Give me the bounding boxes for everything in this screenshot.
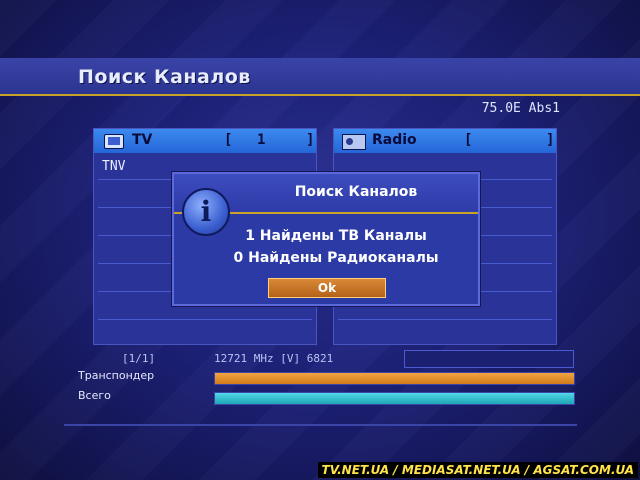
page-title: Поиск Каналов: [78, 66, 251, 88]
ok-button[interactable]: Ok: [268, 278, 386, 298]
dialog-title: Поиск Каналов: [294, 184, 418, 200]
total-progress-bar: [214, 392, 575, 405]
tv-count: 1: [257, 132, 266, 148]
radio-icon: [342, 134, 366, 150]
total-label: Всего: [78, 389, 111, 402]
page-indicator: [1/1]: [122, 352, 156, 365]
radio-panel-header: Radio [ ]: [334, 129, 556, 153]
radio-count-bracket-right: ]: [546, 132, 555, 148]
transponder-progress-bar: [214, 372, 575, 385]
transponder-label: Транспондер: [78, 369, 155, 382]
dialog-tv-found: 1 Найдены ТВ Каналы: [245, 228, 427, 244]
channel-list-item[interactable]: TNV: [102, 159, 125, 174]
transponder-progress-fill: [215, 373, 574, 384]
dialog-radio-found: 0 Найдены Радиоканалы: [233, 250, 439, 266]
tv-icon: [104, 134, 124, 149]
satellite-name: 75.0E Abs1: [481, 101, 560, 116]
tv-panel-label: TV: [132, 132, 153, 148]
row-divider: [338, 319, 552, 320]
search-result-dialog: Поиск Каналов i 1 Найдены ТВ Каналы 0 На…: [172, 172, 480, 306]
bottom-divider: [64, 424, 577, 426]
tv-panel-header: TV [ 1 ]: [94, 129, 316, 153]
signal-indicator-box: [404, 350, 574, 368]
watermark: TV.NET.UA / MEDIASAT.NET.UA / AGSAT.COM.…: [317, 462, 638, 478]
tv-count-bracket-left: [: [224, 132, 233, 148]
total-progress-fill: [215, 393, 574, 404]
radio-panel-label: Radio: [372, 132, 417, 148]
radio-count-bracket-left: [: [464, 132, 473, 148]
row-divider: [98, 319, 312, 320]
frequency-readout: 12721 MHz [V] 6821: [214, 352, 334, 365]
tv-count-bracket-right: ]: [306, 132, 315, 148]
